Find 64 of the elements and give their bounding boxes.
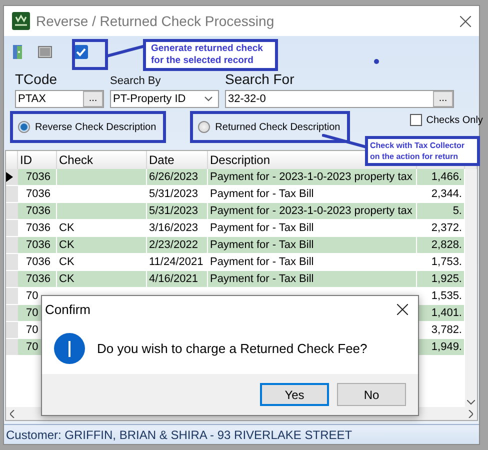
table-cell: Payment for - Tax Bill bbox=[208, 237, 417, 254]
table-cell: 7036 bbox=[18, 237, 57, 254]
table-cell: 7036 bbox=[18, 203, 57, 220]
door-exit-icon[interactable] bbox=[12, 44, 24, 60]
info-icon bbox=[54, 332, 85, 364]
close-icon[interactable] bbox=[397, 304, 408, 314]
app-logo-icon bbox=[12, 12, 30, 30]
scroll-left-icon bbox=[10, 410, 15, 418]
table-cell: 1,466. bbox=[417, 169, 465, 186]
callout-note: Check with Tax Collector on the action for return bbox=[365, 136, 480, 166]
table-cell: 5. bbox=[417, 203, 465, 220]
checkbox-label: Checks Only bbox=[426, 114, 483, 126]
dialog-button[interactable]: Yes bbox=[260, 383, 329, 406]
table-cell: 1,401. bbox=[417, 305, 465, 322]
radio-label: Reverse Check Description bbox=[35, 122, 156, 132]
dot-icon bbox=[374, 59, 379, 64]
table-cell: CK bbox=[57, 237, 147, 254]
table-cell: Payment for - 2023-1-0-2023 property tax bbox=[208, 203, 417, 220]
row-header[interactable] bbox=[6, 169, 18, 186]
close-icon[interactable] bbox=[460, 16, 471, 26]
table-cell: 1,949. bbox=[417, 339, 465, 356]
column-header: ID bbox=[18, 151, 57, 169]
field-label: Search For bbox=[225, 71, 296, 87]
field-label: Search By bbox=[110, 75, 162, 87]
dialog-message: Do you wish to charge a Returned Check Fee? bbox=[97, 340, 368, 356]
window-title: Reverse / Returned Check Processing bbox=[36, 13, 276, 29]
browse-button[interactable]: ... bbox=[83, 91, 103, 107]
scroll-down-icon bbox=[467, 400, 475, 405]
table-cell: 7036 bbox=[18, 169, 57, 186]
column-header: Check bbox=[57, 151, 147, 169]
radio-option[interactable]: Reverse Check Description bbox=[10, 111, 166, 143]
status-bar: Customer: GRIFFIN, BRIAN & SHIRA - 93 RIVERLAKE STREET bbox=[4, 424, 479, 444]
radio-label: Returned Check Description bbox=[215, 122, 340, 132]
highlight-frame bbox=[72, 39, 108, 70]
table-cell: 2,828. bbox=[417, 237, 465, 254]
radio-button[interactable] bbox=[198, 121, 210, 133]
table-cell: 2/23/2022 bbox=[147, 237, 208, 254]
column-header: Date bbox=[147, 151, 208, 169]
row-pointer-icon bbox=[6, 172, 13, 182]
leader-line bbox=[107, 44, 145, 58]
radio-button[interactable] bbox=[18, 121, 30, 133]
scroll-right-icon bbox=[468, 410, 473, 418]
search-for-field[interactable]: 32-32-0 ... bbox=[225, 90, 454, 108]
table-cell: 1,925. bbox=[417, 271, 465, 288]
browse-button[interactable]: ... bbox=[433, 91, 453, 107]
table-cell: 5/31/2023 bbox=[147, 203, 208, 220]
vertical-scrollbar[interactable] bbox=[465, 169, 477, 407]
corner-cell bbox=[6, 151, 18, 169]
window-icon[interactable] bbox=[38, 46, 52, 58]
callout-note: Generate returned check for the selected record bbox=[143, 39, 278, 71]
radio-option[interactable]: Returned Check Description bbox=[190, 111, 350, 143]
table-cell: 4/16/2021 bbox=[147, 271, 208, 288]
table-cell: 6/26/2023 bbox=[147, 169, 208, 186]
checkbox[interactable] bbox=[410, 114, 422, 126]
table-cell: CK bbox=[57, 271, 147, 288]
tcode-field[interactable]: PTAX ... bbox=[15, 90, 104, 108]
checkbox-icon[interactable] bbox=[74, 44, 88, 58]
table-cell: Payment for - 2023-1-0-2023 property tax bbox=[208, 169, 417, 186]
table-cell: 7036 bbox=[18, 271, 57, 288]
table-cell: Payment for - Tax Bill bbox=[208, 271, 417, 288]
chevron-down-icon bbox=[204, 96, 213, 102]
search-by-dropdown[interactable]: PT-Property ID bbox=[110, 90, 219, 108]
dialog-button[interactable]: No bbox=[337, 383, 406, 406]
field-label: TCode bbox=[15, 71, 58, 87]
